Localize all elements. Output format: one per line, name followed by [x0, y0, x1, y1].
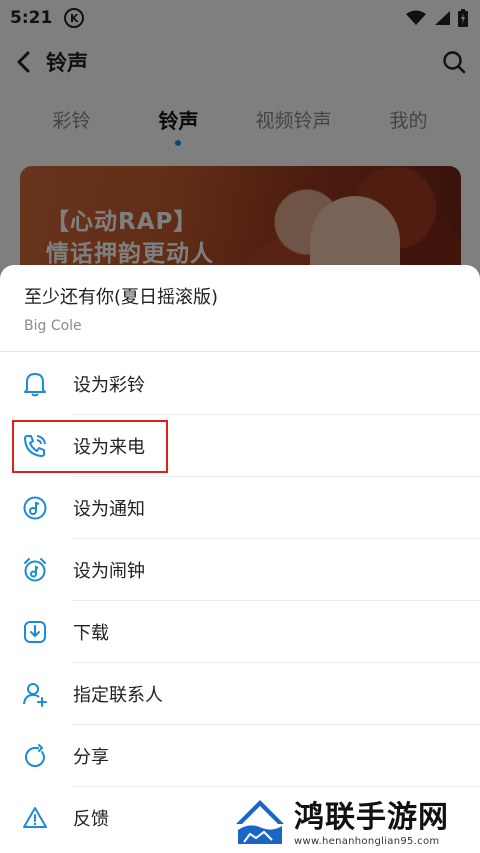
- menu-label: 下载: [73, 623, 109, 644]
- alarm-clock-icon: [22, 557, 48, 583]
- watermark-title: 鸿联手游网: [294, 799, 449, 835]
- bell-icon: [22, 371, 48, 397]
- menu-label: 反馈: [73, 809, 109, 830]
- menu-assign-contact[interactable]: 指定联系人: [0, 663, 480, 725]
- menu-label: 分享: [73, 747, 109, 768]
- action-sheet: 至少还有你(夏日摇滚版) Big Cole 设为彩铃 设为来电 设为通知 设为闹…: [0, 265, 480, 853]
- menu-share[interactable]: 分享: [0, 725, 480, 787]
- menu-download[interactable]: 下载: [0, 601, 480, 663]
- divider: [0, 351, 480, 352]
- site-watermark: 鸿联手游网 www.henanhonglian95.com: [232, 793, 480, 853]
- share-icon: [22, 743, 48, 769]
- song-artist: Big Cole: [24, 318, 82, 334]
- menu-set-notification[interactable]: 设为通知: [0, 477, 480, 539]
- add-contact-icon: [22, 681, 48, 707]
- watermark-url: www.henanhonglian95.com: [294, 835, 440, 847]
- warning-icon: [22, 805, 48, 831]
- watermark-text: 鸿联手游网 www.henanhonglian95.com: [294, 800, 449, 847]
- highlight-box: [12, 420, 168, 473]
- menu-set-caling[interactable]: 设为彩铃: [0, 353, 480, 415]
- menu-label: 设为彩铃: [73, 375, 145, 396]
- menu-set-alarm[interactable]: 设为闹钟: [0, 539, 480, 601]
- download-icon: [22, 619, 48, 645]
- watermark-logo-icon: [232, 794, 288, 852]
- menu-label: 指定联系人: [73, 685, 163, 706]
- notification-icon: [22, 495, 48, 521]
- song-title: 至少还有你(夏日摇滚版): [24, 287, 219, 308]
- menu-label: 设为闹钟: [73, 561, 145, 582]
- menu-label: 设为通知: [73, 499, 145, 520]
